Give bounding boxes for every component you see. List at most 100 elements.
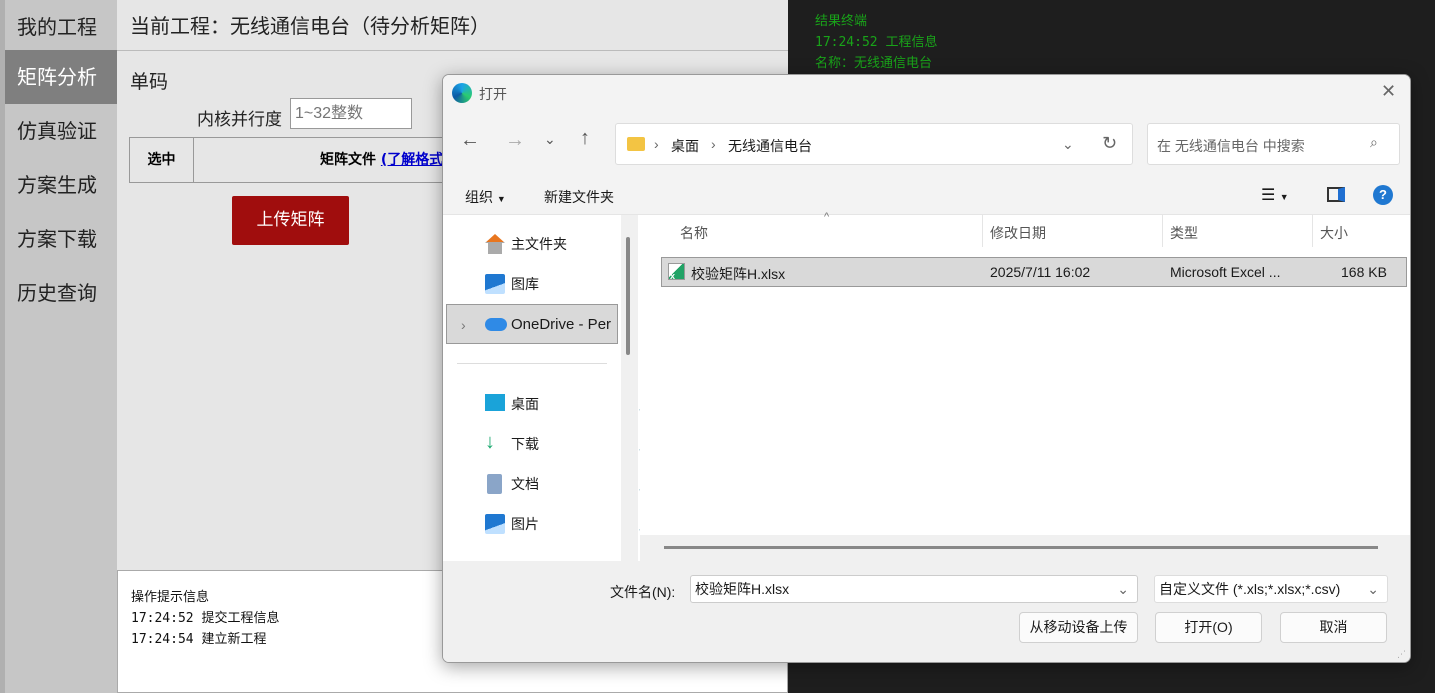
- column-separator[interactable]: [1162, 215, 1163, 247]
- open-button[interactable]: 打开(O): [1155, 612, 1262, 643]
- address-dropdown-icon[interactable]: ⌄: [1062, 136, 1074, 153]
- chevron-down-icon: ⌄: [1367, 576, 1379, 602]
- nav-item-documents[interactable]: 文档📌: [483, 464, 633, 504]
- sort-ascending-icon: ^: [824, 211, 829, 223]
- nav-label: 桌面: [511, 384, 539, 424]
- column-header-type[interactable]: 类型: [1170, 223, 1198, 243]
- organize-label: 组织: [465, 189, 493, 205]
- nav-item-home[interactable]: 主文件夹: [483, 224, 633, 264]
- search-box[interactable]: 在 无线通信电台 中搜索 ⌕: [1147, 123, 1400, 165]
- upload-from-mobile-button[interactable]: 从移动设备上传: [1019, 612, 1138, 643]
- up-icon[interactable]: ↑: [580, 127, 590, 150]
- section-title: 单码: [130, 67, 168, 94]
- column-select: 选中: [130, 138, 194, 182]
- horizontal-scrollbar[interactable]: [640, 535, 1411, 561]
- organize-menu[interactable]: 组织 ▼: [465, 187, 506, 207]
- breadcrumb-desktop[interactable]: 桌面: [671, 136, 699, 156]
- dialog-footer: 文件名(N): 校验矩阵H.xlsx ⌄ 自定义文件 (*.xls;*.xlsx;…: [443, 561, 1411, 663]
- format-help-link[interactable]: (了解格式: [381, 152, 443, 168]
- nav-item-pictures[interactable]: 图片📌: [483, 504, 633, 544]
- home-icon: [485, 234, 505, 254]
- expand-chevron-icon[interactable]: ›: [461, 305, 466, 345]
- chevron-down-icon[interactable]: ⌄: [1117, 576, 1129, 602]
- nav-label: OneDrive - Per: [511, 305, 619, 345]
- excel-file-icon: x: [668, 263, 685, 280]
- nav-label: 主文件夹: [511, 224, 567, 264]
- documents-icon: [487, 474, 502, 494]
- file-list: ^ 名称 修改日期 类型 大小 x 校验矩阵H.xlsx 2025/7/11 1…: [640, 215, 1411, 561]
- file-row[interactable]: x 校验矩阵H.xlsx 2025/7/11 16:02 Microsoft E…: [661, 257, 1407, 287]
- forward-icon[interactable]: →: [505, 129, 525, 152]
- file-type: Microsoft Excel ...: [1170, 264, 1280, 280]
- core-parallelism-input[interactable]: [290, 98, 412, 129]
- file-date: 2025/7/11 16:02: [990, 264, 1090, 280]
- dialog-titlebar: 打开 ✕: [443, 75, 1411, 109]
- nav-item-gallery[interactable]: 图库: [483, 264, 633, 304]
- filename-label: 文件名(N):: [610, 582, 675, 602]
- cancel-button[interactable]: 取消: [1280, 612, 1387, 643]
- column-header-size[interactable]: 大小: [1320, 223, 1348, 243]
- preview-pane-icon[interactable]: [1327, 187, 1345, 202]
- column-header-name[interactable]: 名称: [680, 223, 708, 243]
- close-icon[interactable]: ✕: [1381, 81, 1396, 102]
- back-icon[interactable]: ←: [460, 129, 480, 152]
- upload-matrix-button[interactable]: 上传矩阵: [232, 196, 349, 245]
- pictures-icon: [485, 514, 505, 534]
- file-name: 校验矩阵H.xlsx: [691, 264, 785, 284]
- breadcrumb-separator: ›: [711, 136, 716, 152]
- filename-value: 校验矩阵H.xlsx: [695, 581, 789, 597]
- navigation-bar: ← → ⌄ ↑ › 桌面 › 无线通信电台 ⌄ ↻ 在 无线通信电台 中搜索 ⌕: [443, 109, 1411, 177]
- new-folder-button[interactable]: 新建文件夹: [544, 187, 614, 207]
- nav-scroll-thumb[interactable]: [626, 237, 630, 355]
- core-parallelism-label: 内核并行度: [197, 105, 282, 130]
- refresh-icon[interactable]: ↻: [1102, 133, 1117, 154]
- sidebar-item-plan-download[interactable]: 方案下载: [5, 212, 117, 266]
- download-icon: ↓: [485, 432, 505, 452]
- nav-item-onedrive[interactable]: › OneDrive - Per: [446, 304, 618, 344]
- column-matrix-file: 矩阵文件 (了解格式: [320, 138, 443, 182]
- terminal-line: 名称：无线通信电台: [815, 53, 1408, 74]
- file-type-select[interactable]: 自定义文件 (*.xls;*.xlsx;*.csv)⌄: [1154, 575, 1388, 603]
- nav-label: 文档: [511, 464, 539, 504]
- nav-item-downloads[interactable]: ↓下载📌: [483, 424, 633, 464]
- open-file-dialog: 打开 ✕ ← → ⌄ ↑ › 桌面 › 无线通信电台 ⌄ ↻ 在 无线通信电台 …: [442, 74, 1411, 663]
- desktop-icon: [485, 394, 505, 411]
- resize-grip-icon[interactable]: ⋰: [1397, 649, 1406, 660]
- column-file-label: 矩阵文件: [320, 152, 376, 168]
- nav-item-desktop[interactable]: 桌面📌: [483, 384, 633, 424]
- divider: [117, 50, 788, 51]
- sidebar-item-history[interactable]: 历史查询: [5, 266, 117, 320]
- sidebar-item-my-projects[interactable]: 我的工程: [5, 0, 117, 54]
- breadcrumb-folder[interactable]: 无线通信电台: [728, 136, 812, 156]
- help-icon[interactable]: ?: [1373, 185, 1393, 205]
- nav-divider: [457, 363, 607, 364]
- address-bar[interactable]: › 桌面 › 无线通信电台 ⌄ ↻: [615, 123, 1133, 165]
- search-placeholder: 在 无线通信电台 中搜索: [1157, 136, 1305, 156]
- navigation-pane: 主文件夹 图库 ›OneDrive - Per 桌面📌 ↓下载📌 文档📌 图片📌: [443, 215, 638, 561]
- terminal-line: 17:24:52 工程信息: [815, 32, 1408, 53]
- sidebar-item-matrix-analysis[interactable]: 矩阵分析: [5, 50, 117, 104]
- recent-locations-chevron-icon[interactable]: ⌄: [544, 131, 556, 148]
- filename-input[interactable]: 校验矩阵H.xlsx ⌄: [690, 575, 1138, 603]
- nav-label: 图库: [511, 264, 539, 304]
- nav-label: 下载: [511, 424, 539, 464]
- dialog-toolbar: 组织 ▼ 新建文件夹 ☰ ▼ ?: [443, 177, 1411, 215]
- file-size: 168 KB: [1341, 264, 1387, 280]
- edge-browser-icon: [452, 83, 472, 103]
- onedrive-icon: [485, 318, 507, 331]
- nav-label: 图片: [511, 504, 539, 544]
- view-options-icon[interactable]: ☰ ▼: [1261, 185, 1289, 205]
- column-separator[interactable]: [1312, 215, 1313, 247]
- sidebar: 我的工程 矩阵分析 仿真验证 方案生成 方案下载 历史查询: [0, 0, 117, 693]
- terminal-line: 结果终端: [815, 11, 1408, 32]
- nav-scrollbar[interactable]: [621, 215, 638, 561]
- column-header-date[interactable]: 修改日期: [990, 223, 1046, 243]
- horizontal-scroll-thumb[interactable]: [664, 546, 1378, 549]
- breadcrumb-separator: ›: [654, 136, 659, 152]
- sidebar-item-simulation[interactable]: 仿真验证: [5, 104, 117, 158]
- sidebar-item-plan-generation[interactable]: 方案生成: [5, 158, 117, 212]
- page-title: 当前工程：无线通信电台（待分析矩阵）: [130, 10, 490, 39]
- column-separator[interactable]: [982, 215, 983, 247]
- folder-icon: [627, 137, 645, 151]
- gallery-icon: [485, 274, 505, 294]
